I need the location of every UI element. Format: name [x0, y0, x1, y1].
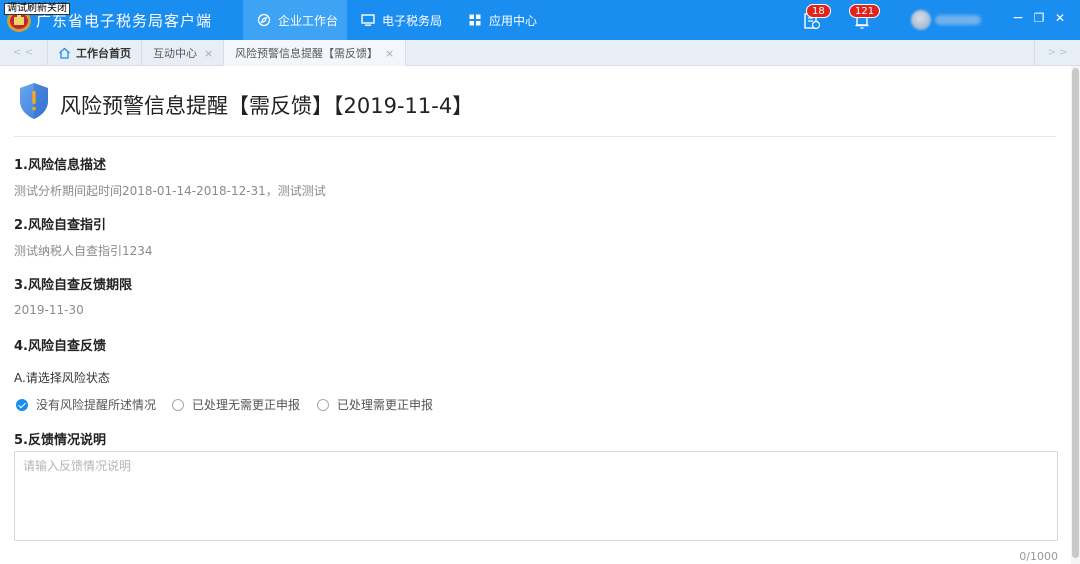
task-count-badge: 18: [806, 4, 831, 18]
nav-tab-label: 企业工作台: [278, 13, 339, 28]
close-icon[interactable]: ×: [204, 47, 213, 60]
tab-home[interactable]: 工作台首页: [47, 40, 142, 66]
grid-icon: [469, 14, 481, 26]
radio-label: 没有风险提醒所述情况: [36, 398, 157, 412]
user-avatar[interactable]: [911, 10, 931, 30]
section-heading-self-check-guide: 2.风险自查指引: [14, 218, 106, 233]
title-divider: [14, 136, 1056, 137]
radio-handled-needs-correction[interactable]: 已处理需更正申报: [317, 396, 433, 413]
scrollbar-thumb[interactable]: [1072, 68, 1079, 558]
page-title: 风险预警信息提醒【需反馈】【2019-11-4】: [60, 94, 474, 118]
compass-icon: [257, 13, 271, 27]
risk-status-label: A.请选择风险状态: [14, 371, 110, 385]
char-counter: 0/1000: [1019, 550, 1058, 563]
monitor-icon: [361, 14, 375, 26]
nav-tab-label: 电子税务局: [382, 13, 443, 28]
home-icon: [59, 47, 70, 59]
notification-count-badge: 121: [849, 4, 881, 18]
radio-unchecked-icon: [172, 398, 184, 411]
restore-button[interactable]: ❐: [1031, 10, 1047, 26]
tab-strip: < < 工作台首页 互动中心 × 风险预警信息提醒【需反馈】 × > >: [0, 40, 1080, 66]
tab-label: 互动中心: [153, 47, 197, 60]
user-name-blurred[interactable]: [935, 15, 981, 25]
minimize-button[interactable]: −: [1010, 10, 1026, 26]
main-content: 风险预警信息提醒【需反馈】【2019-11-4】 1.风险信息描述 测试分析期间…: [0, 66, 1080, 564]
title-bar: 调试刷新关闭 广东省电子税务局客户端 企业工作台 电子税务局 应用中心 18 1…: [0, 0, 1080, 40]
feedback-textarea[interactable]: [14, 451, 1058, 541]
nav-tab-etax[interactable]: 电子税务局: [359, 0, 442, 40]
radio-checked-icon: [16, 398, 28, 411]
radio-label: 已处理需更正申报: [337, 398, 434, 412]
feedback-deadline-text: 2019-11-30: [14, 303, 84, 317]
tab-risk-warning[interactable]: 风险预警信息提醒【需反馈】 ×: [224, 40, 406, 66]
close-icon[interactable]: ×: [385, 47, 394, 60]
nav-tab-workbench[interactable]: 企业工作台: [243, 0, 347, 40]
radio-handled-no-correction[interactable]: 已处理无需更正申报: [172, 396, 300, 413]
radio-label: 已处理无需更正申报: [192, 398, 301, 412]
self-check-guide-text: 测试纳税人自查指引1234: [14, 244, 153, 258]
section-heading-self-check-feedback: 4.风险自查反馈: [14, 339, 106, 354]
risk-description-text: 测试分析期间起时间2018-01-14-2018-12-31，测试测试: [14, 184, 326, 198]
radio-unchecked-icon: [317, 398, 329, 411]
vertical-scrollbar[interactable]: [1071, 66, 1080, 564]
nav-tab-apps[interactable]: 应用中心: [468, 0, 537, 40]
close-window-button[interactable]: ✕: [1052, 10, 1068, 26]
tab-interaction-center[interactable]: 互动中心 ×: [142, 40, 224, 66]
section-heading-feedback-explanation: 5.反馈情况说明: [14, 433, 106, 448]
tab-scroll-right-button[interactable]: > >: [1034, 40, 1080, 66]
section-heading-risk-description: 1.风险信息描述: [14, 158, 106, 173]
tab-scroll-left-button[interactable]: < <: [0, 40, 46, 66]
section-heading-feedback-deadline: 3.风险自查反馈期限: [14, 278, 132, 293]
radio-no-risk[interactable]: 没有风险提醒所述情况: [16, 396, 156, 413]
nav-tab-label: 应用中心: [489, 13, 538, 28]
tab-label: 风险预警信息提醒【需反馈】: [235, 47, 378, 60]
shield-warning-icon: [20, 83, 48, 119]
debug-tag[interactable]: 调试刷新关闭: [4, 3, 70, 15]
tab-label: 工作台首页: [76, 47, 131, 60]
